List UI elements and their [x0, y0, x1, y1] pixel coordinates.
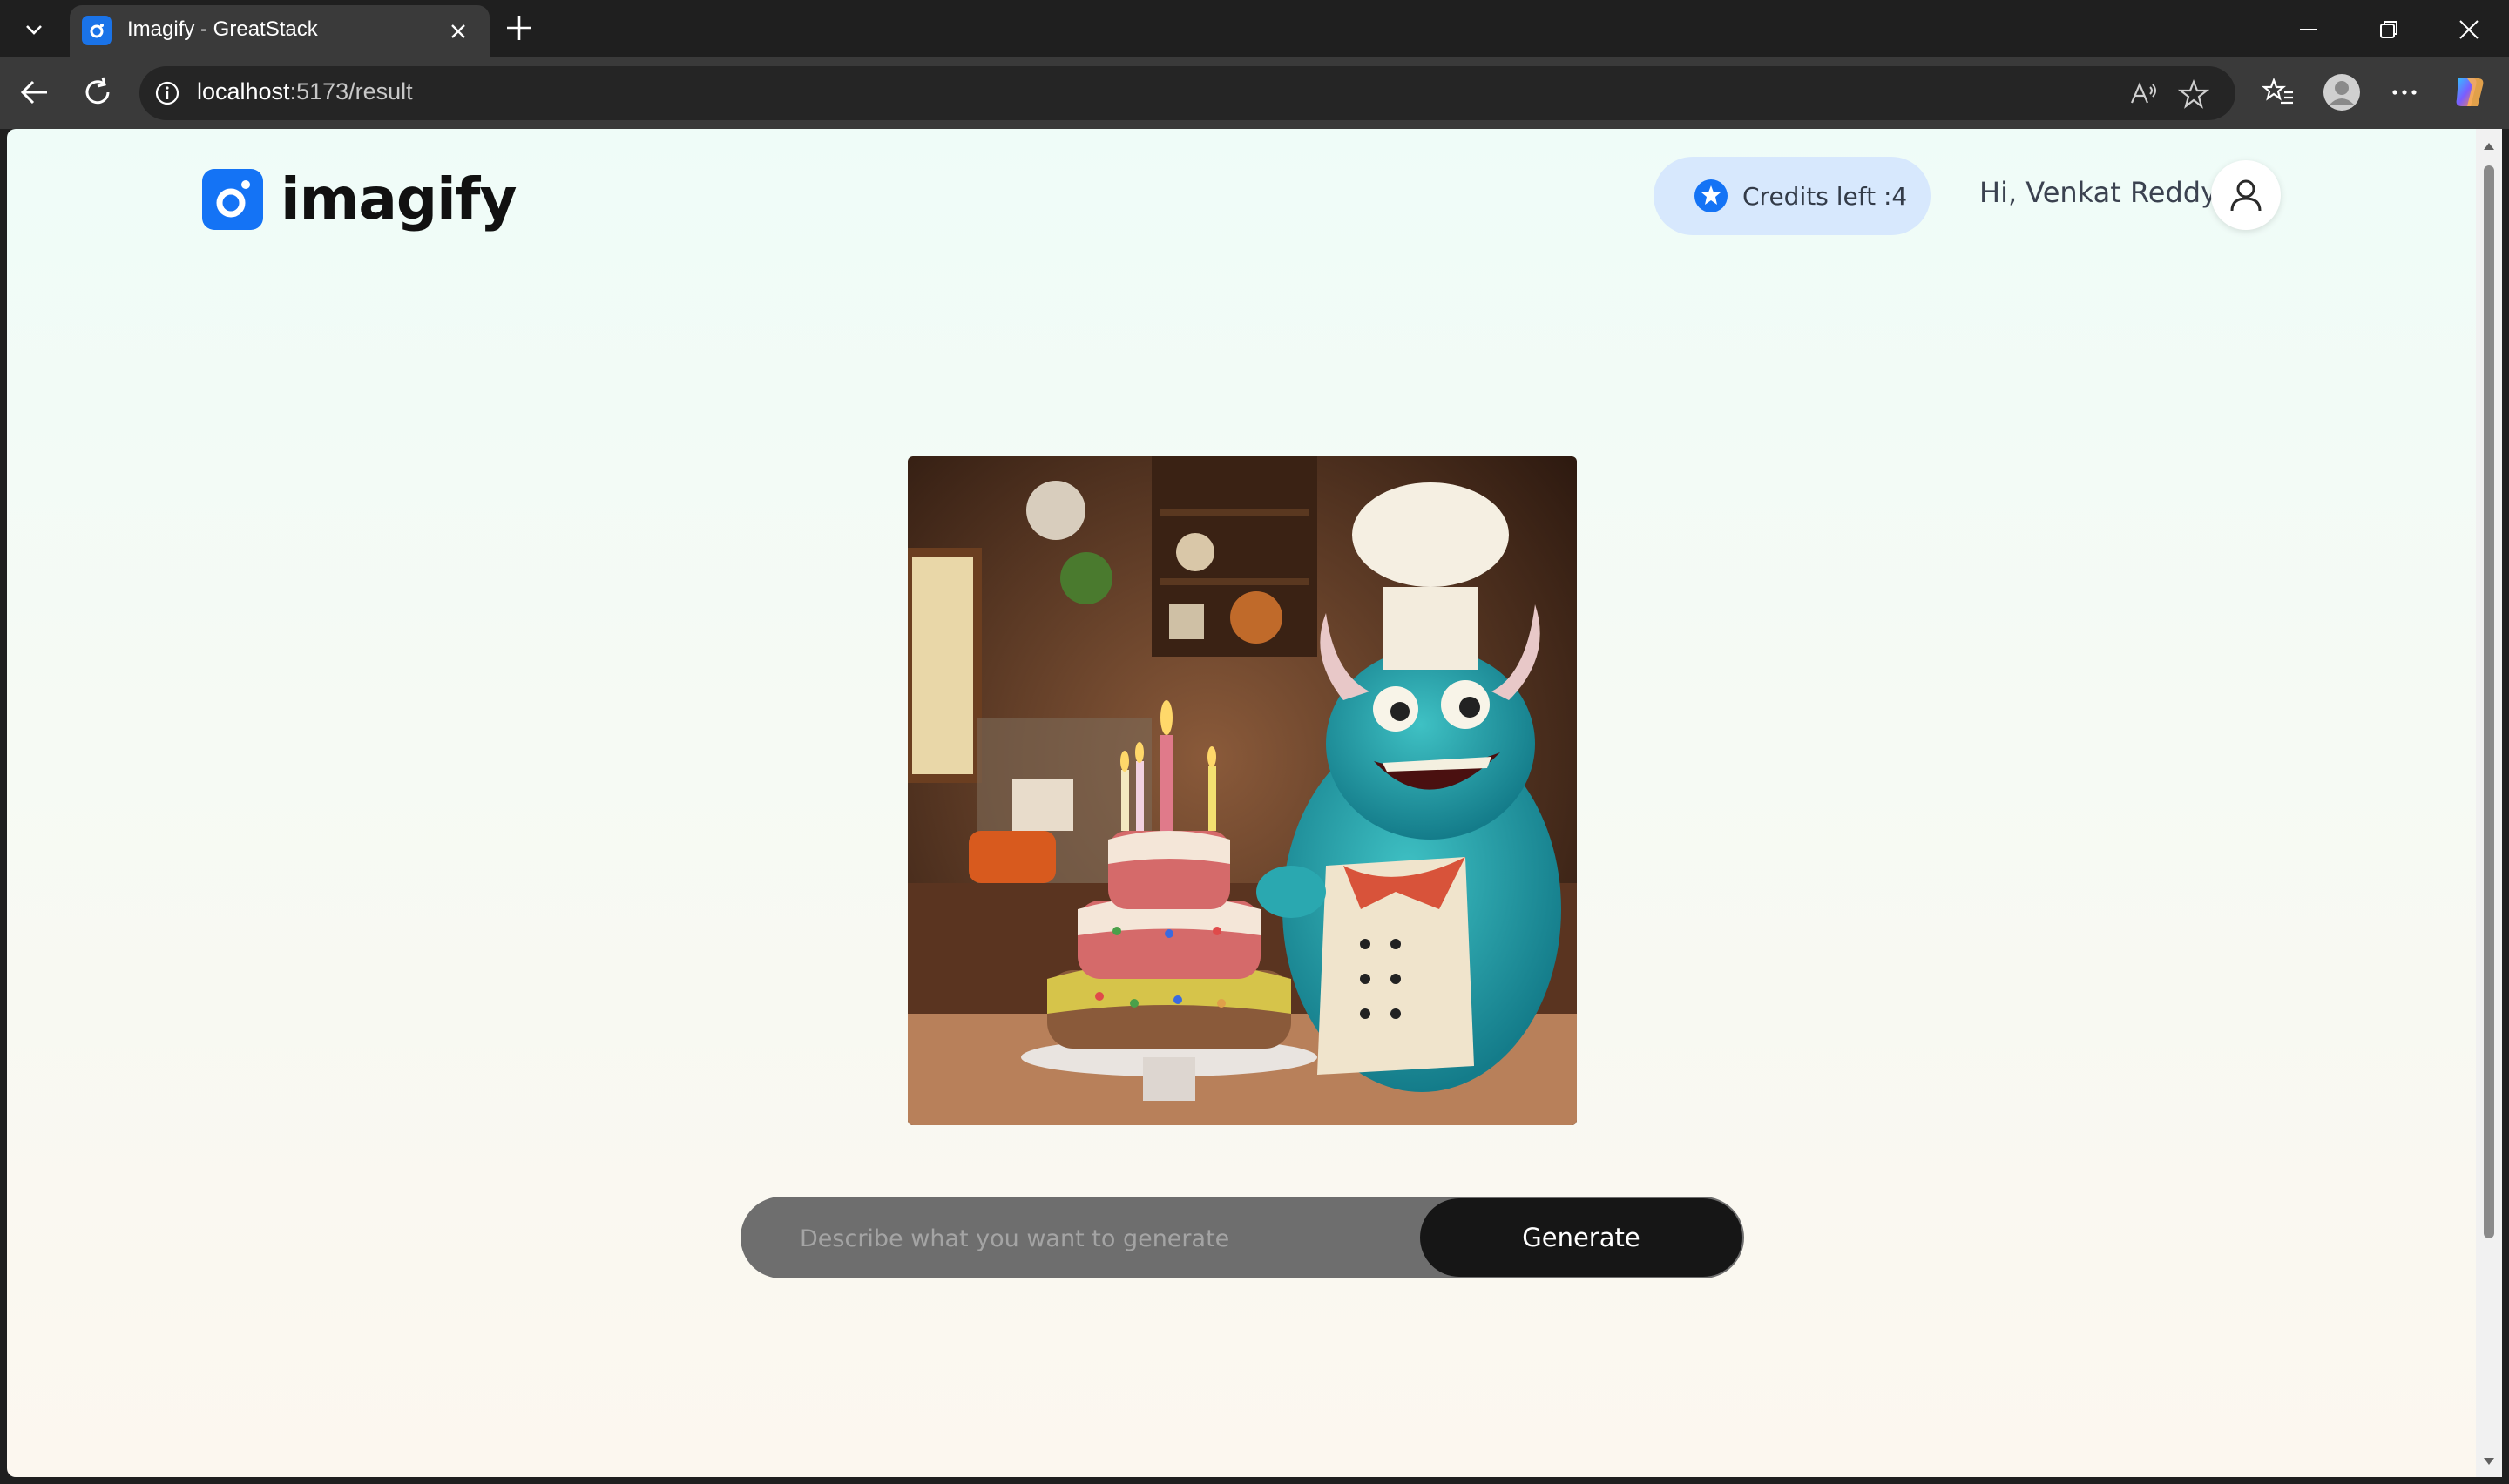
logo-camera-icon: [202, 168, 263, 230]
star-badge-icon: [1694, 179, 1728, 213]
reload-icon[interactable]: [78, 73, 117, 111]
generate-button[interactable]: Generate: [1420, 1198, 1742, 1277]
credits-label: Credits left :4: [1742, 181, 1908, 211]
url-path: :5173/result: [289, 78, 413, 105]
new-tab-plus-icon[interactable]: [502, 10, 537, 45]
logo-text: imagify: [281, 165, 517, 233]
browser-tab-active[interactable]: Imagify - GreatStack: [70, 5, 490, 57]
browser-toolbar: localhost:5173/result: [0, 57, 2509, 129]
favorite-star-icon[interactable]: [2177, 78, 2210, 110]
favorites-collection-icon[interactable]: [2260, 73, 2298, 111]
copilot-icon[interactable]: [2450, 73, 2488, 111]
tab-title: Imagify - GreatStack: [127, 17, 318, 41]
page-viewport: imagify Credits left :4 Hi, Venkat Reddy: [7, 129, 2476, 1477]
imagify-logo[interactable]: imagify: [202, 165, 517, 233]
user-greeting: Hi, Venkat Reddy: [1979, 176, 2218, 209]
url-host: localhost: [197, 78, 290, 105]
url-text[interactable]: localhost:5173/result: [197, 78, 413, 105]
restore-window-icon[interactable]: [2371, 12, 2406, 47]
page-scrollbar[interactable]: [2476, 129, 2502, 1477]
credits-button[interactable]: Credits left :4: [1654, 157, 1931, 235]
prompt-input[interactable]: [798, 1197, 1411, 1280]
tab-list-chevron-icon[interactable]: [16, 12, 52, 47]
tab-close-icon[interactable]: [444, 17, 472, 45]
prompt-form: Generate: [741, 1197, 1744, 1280]
scrollbar-thumb[interactable]: [2484, 165, 2494, 1238]
minimize-window-icon[interactable]: [2291, 12, 2326, 47]
address-bar[interactable]: localhost:5173/result: [139, 66, 2235, 120]
more-options-icon[interactable]: [2385, 73, 2424, 111]
close-window-icon[interactable]: [2452, 12, 2486, 47]
scroll-up-arrow-icon[interactable]: [2483, 139, 2495, 152]
scroll-down-arrow-icon[interactable]: [2483, 1454, 2495, 1467]
read-aloud-icon[interactable]: [2127, 78, 2159, 110]
imagify-favicon-icon: [82, 16, 112, 45]
user-profile-icon: [2230, 179, 2262, 212]
back-arrow-icon[interactable]: [16, 73, 54, 111]
site-info-icon[interactable]: [153, 79, 181, 107]
user-avatar[interactable]: [2211, 160, 2281, 230]
generated-image: [908, 456, 1577, 1125]
profile-avatar-icon[interactable]: [2323, 73, 2361, 111]
browser-tab-bar: Imagify - GreatStack: [0, 0, 2509, 57]
